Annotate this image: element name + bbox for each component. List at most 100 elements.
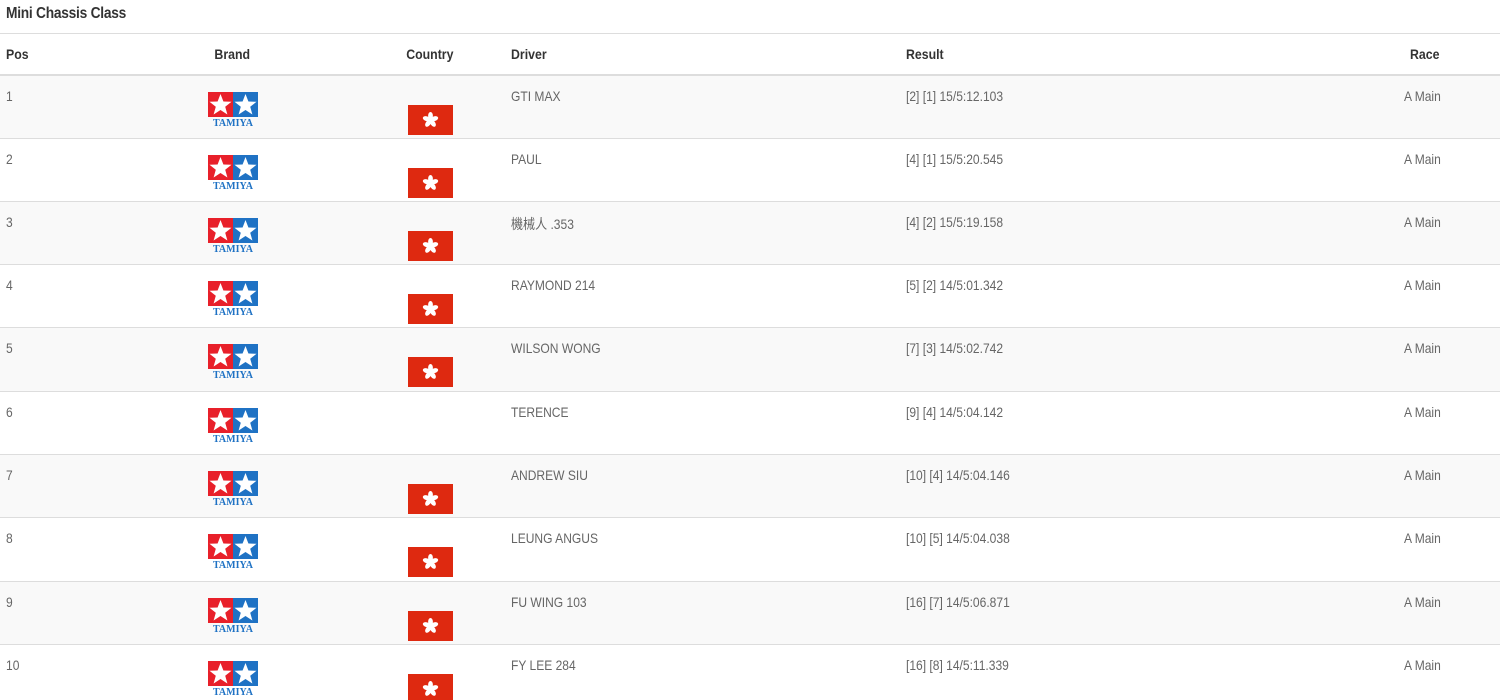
cell-pos: 8: [6, 530, 13, 547]
cell-race: A Main: [1403, 340, 1441, 357]
svg-text:TAMIYA: TAMIYA: [213, 624, 254, 635]
cell-race: A Main: [1403, 593, 1441, 610]
results-page: Mini Chassis Class Pos Brand Country Dri…: [0, 0, 1500, 700]
cell-brand: TAMIYA: [110, 75, 355, 139]
table-row-1: 1 TAMIYA GTI MAX [2] [1] 15/5:12.103 A M…: [0, 74, 1500, 139]
header-brand: Brand: [214, 45, 251, 62]
tamiya-logo-icon: TAMIYA: [207, 407, 258, 445]
table-row-9: 9 TAMIYA FU WING 103 [16] [7] 14/5:06.87…: [0, 581, 1500, 645]
cell-pos: 6: [6, 403, 13, 420]
header-driver: Driver: [511, 45, 547, 62]
header-country: Country: [406, 45, 454, 62]
hong-kong-flag-icon: [407, 483, 453, 514]
hong-kong-flag-icon: [407, 230, 453, 261]
cell-pos: 4: [6, 277, 13, 294]
cell-driver: LEUNG ANGUS: [511, 530, 598, 547]
hong-kong-flag-icon: [407, 167, 453, 198]
tamiya-logo-icon: TAMIYA: [207, 217, 258, 255]
tamiya-logo-icon: TAMIYA: [207, 154, 258, 192]
cell-race: A Main: [1403, 87, 1441, 104]
cell-race: A Main: [1403, 150, 1441, 167]
svg-text:TAMIYA: TAMIYA: [213, 307, 254, 318]
table-row-4: 4 TAMIYA RAYMOND 214 [5] [2] 14/5:01.342…: [0, 265, 1500, 328]
tamiya-logo-icon: TAMIYA: [207, 534, 258, 571]
svg-text:TAMIYA: TAMIYA: [213, 181, 254, 192]
hong-kong-flag-icon: [407, 673, 453, 700]
hong-kong-flag-icon: [407, 357, 453, 388]
svg-text:TAMIYA: TAMIYA: [213, 244, 254, 255]
cell-result: [2] [1] 15/5:12.103: [906, 87, 1004, 104]
cell-country: [355, 518, 505, 581]
cell-brand: TAMIYA: [110, 328, 355, 391]
tamiya-logo-icon: TAMIYA: [207, 344, 258, 381]
tamiya-logo-icon: TAMIYA: [207, 91, 258, 129]
cell-driver: FY LEE 284: [511, 656, 576, 673]
svg-text:TAMIYA: TAMIYA: [213, 497, 254, 508]
svg-text:TAMIYA: TAMIYA: [213, 434, 254, 445]
cell-brand: TAMIYA: [110, 265, 355, 328]
cell-race: A Main: [1403, 466, 1441, 483]
cell-country: [355, 265, 505, 328]
tamiya-logo-icon: TAMIYA: [207, 281, 258, 318]
tamiya-logo-icon: TAMIYA: [207, 470, 258, 508]
cell-result: [10] [5] 14/5:04.038: [906, 530, 1010, 547]
cell-race: A Main: [1403, 277, 1441, 294]
cell-result: [5] [2] 14/5:01.342: [906, 277, 1004, 294]
cell-driver: ANDREW SIU: [511, 466, 588, 483]
cell-race: A Main: [1403, 213, 1441, 230]
table-header-row: Pos Brand Country Driver Result Race: [0, 33, 1500, 75]
cell-result: [16] [8] 14/5:11.339: [906, 656, 1009, 673]
no-flag-placeholder: [408, 404, 453, 434]
cell-race: A Main: [1403, 656, 1441, 673]
cell-country: [355, 328, 505, 391]
cell-country: [355, 391, 505, 454]
cell-pos: 2: [6, 150, 13, 167]
cell-brand: TAMIYA: [110, 391, 355, 454]
cell-country: [355, 75, 505, 139]
header-pos: Pos: [6, 45, 29, 62]
cell-driver: RAYMOND 214: [511, 277, 596, 294]
hong-kong-flag-icon: [407, 104, 453, 135]
hong-kong-flag-icon: [407, 610, 453, 641]
table-row-6: 6 TAMIYA TERENCE [9] [4] 14/5:04.142 A M…: [0, 391, 1500, 455]
cell-brand: TAMIYA: [110, 518, 355, 581]
table-row-10: 10 TAMIYA FY LEE 284 [16] [8] 14/5:11.33…: [0, 644, 1500, 700]
cell-result: [4] [1] 15/5:20.545: [906, 150, 1004, 167]
table-row-3: 3 TAMIYA 機械人 .353 [4] [2] 15/5:19.158 A …: [0, 201, 1500, 265]
cell-driver: GTI MAX: [511, 87, 561, 104]
cell-driver: 機械人 .353: [511, 215, 574, 232]
cell-brand: TAMIYA: [110, 581, 355, 644]
cell-driver: TERENCE: [511, 403, 569, 420]
tamiya-logo-icon: TAMIYA: [207, 660, 258, 698]
svg-text:TAMIYA: TAMIYA: [213, 370, 254, 381]
hong-kong-flag-icon: [407, 294, 453, 325]
cell-result: [9] [4] 14/5:04.142: [906, 403, 1004, 420]
svg-text:TAMIYA: TAMIYA: [213, 118, 254, 129]
cell-pos: 3: [6, 213, 13, 230]
cell-pos: 1: [6, 87, 13, 104]
cell-result: [16] [7] 14/5:06.871: [906, 593, 1010, 610]
cell-driver: FU WING 103: [511, 593, 587, 610]
cell-brand: TAMIYA: [110, 201, 355, 264]
hong-kong-flag-icon: [407, 547, 453, 578]
cell-country: [355, 201, 505, 264]
cell-race: A Main: [1403, 403, 1441, 420]
cell-country: [355, 454, 505, 517]
cell-driver: WILSON WONG: [511, 340, 601, 357]
svg-text:TAMIYA: TAMIYA: [213, 560, 254, 571]
svg-text:TAMIYA: TAMIYA: [213, 687, 254, 698]
cell-pos: 10: [6, 656, 20, 673]
cell-result: [7] [3] 14/5:02.742: [906, 340, 1004, 357]
cell-pos: 5: [6, 340, 13, 357]
header-result: Result: [906, 45, 944, 62]
cell-result: [10] [4] 14/5:04.146: [906, 466, 1010, 483]
cell-country: [355, 138, 505, 201]
results-table: Pos Brand Country Driver Result Race 1 T…: [0, 33, 1500, 700]
table-row-7: 7 TAMIYA ANDREW SIU [10] [4] 14/5:04.146…: [0, 454, 1500, 518]
cell-driver: PAUL: [511, 150, 542, 167]
cell-race: A Main: [1403, 530, 1441, 547]
cell-brand: TAMIYA: [110, 138, 355, 201]
cell-brand: TAMIYA: [110, 644, 355, 700]
cell-country: [355, 644, 505, 700]
cell-brand: TAMIYA: [110, 454, 355, 517]
